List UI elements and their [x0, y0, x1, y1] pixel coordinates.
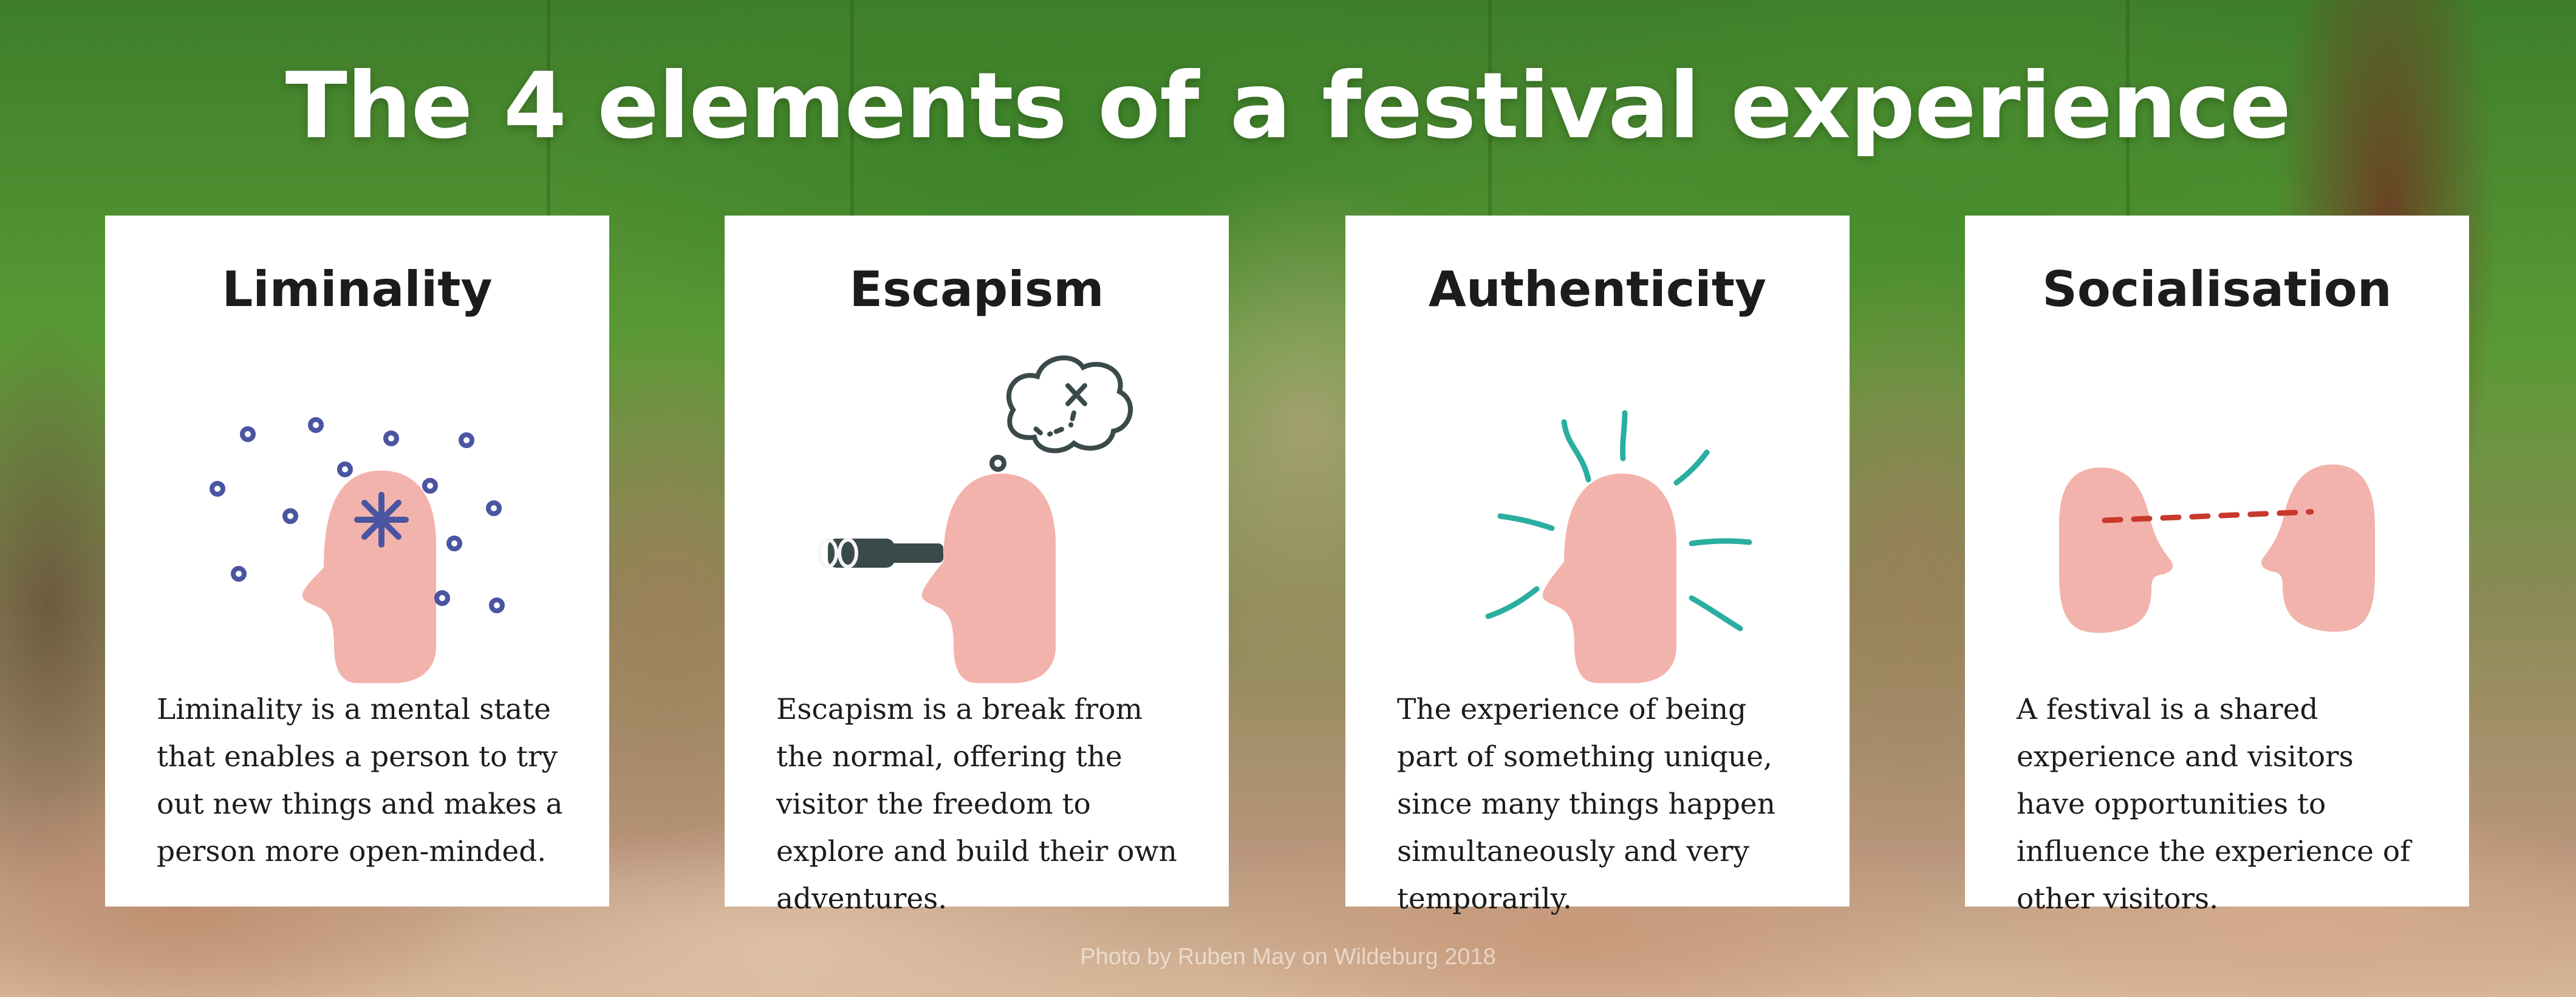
- head-with-radiating-lines-icon: [1485, 410, 1752, 683]
- card-description: The experience of being part of somethin…: [1397, 693, 1776, 916]
- head-with-asterisk-and-dots-icon: [210, 417, 505, 683]
- card-description: A festival is a shared experience and vi…: [2017, 693, 2411, 916]
- head-with-binoculars-and-treasure-map-thought-icon: [818, 355, 1133, 683]
- page-title: The 4 elements of a festival experience: [285, 53, 2292, 159]
- card-heading: Liminality: [222, 261, 493, 318]
- card-escapism: Escapism Escapism is a break from the no…: [725, 216, 1229, 916]
- card-description: Liminality is a mental state that enable…: [157, 693, 563, 868]
- card-heading: Socialisation: [2042, 261, 2392, 318]
- card-authenticity: Authenticity The experience of being par…: [1345, 216, 1850, 916]
- card-heading: Authenticity: [1428, 261, 1767, 318]
- card-socialisation: Socialisation A festival is a shared exp…: [1965, 216, 2469, 916]
- card-liminality: Liminality Liminality is a mental state …: [105, 216, 609, 907]
- card-description: Escapism is a break from the normal, off…: [776, 693, 1177, 916]
- card-heading: Escapism: [849, 261, 1104, 318]
- two-heads-connected-icon: [2059, 464, 2375, 633]
- photo-credit: Photo by Ruben May on Wildeburg 2018: [1080, 944, 1496, 970]
